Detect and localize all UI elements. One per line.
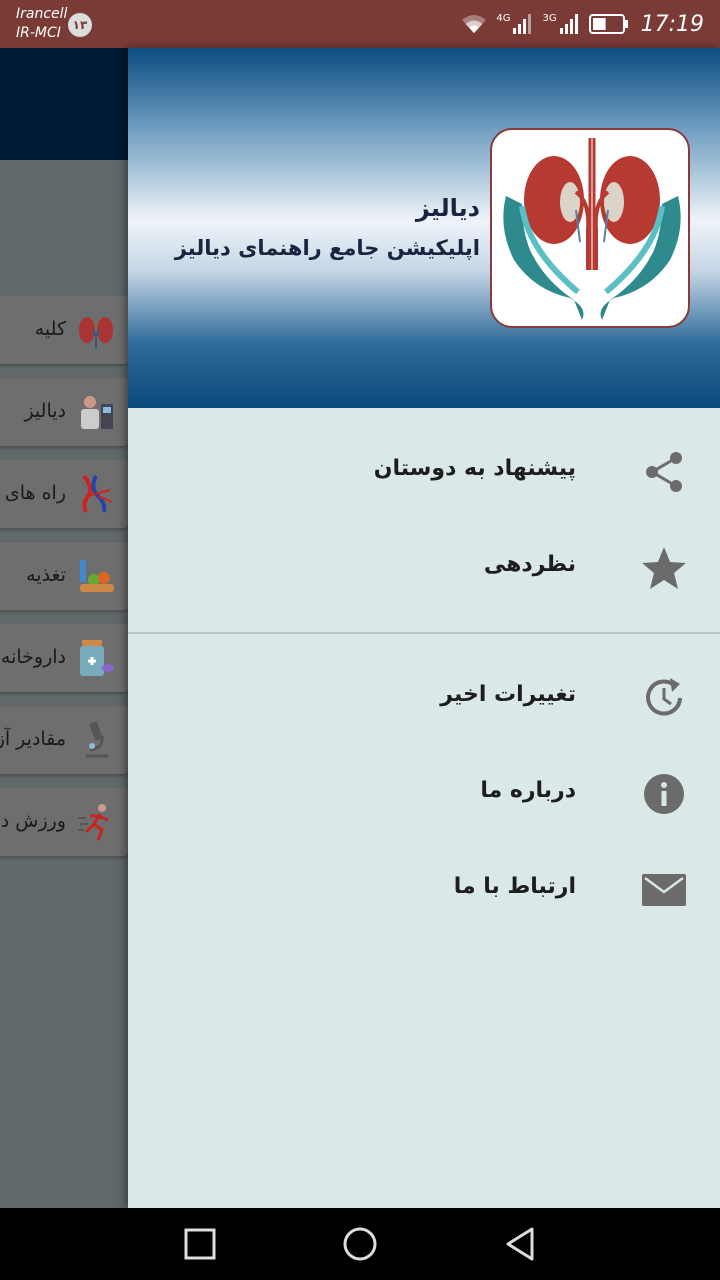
doctor-icon (81, 396, 113, 429)
drawer-header: دیالیز اپلیکیشن جامع راهنمای دیالیز (128, 48, 720, 408)
microscope-icon (86, 721, 108, 758)
app-subtitle: اپلیکیشن جامع راهنمای دیالیز (174, 236, 480, 260)
network-type-label: 4G (496, 12, 511, 24)
running-icon (78, 804, 109, 841)
wifi-icon (462, 15, 487, 33)
info-icon (644, 774, 684, 814)
notification-count-badge: ۱۳ (68, 13, 92, 37)
kidney-icon (79, 317, 113, 348)
menu-item-rate[interactable]: نظردهی (128, 520, 720, 616)
home-icon[interactable] (340, 1224, 380, 1264)
background-list-item[interactable]: داروخانه (0, 624, 128, 692)
navigation-drawer: دیالیز اپلیکیشن جامع راهنمای دیالیز پیشن… (128, 48, 720, 1208)
app-name: دیالیز (415, 194, 480, 222)
share-icon (646, 452, 682, 492)
list-item-label: داروخانه (0, 646, 66, 668)
clock: 17:19 (640, 11, 704, 37)
list-item-label: تغذیه (26, 564, 66, 586)
menu-divider (128, 632, 720, 634)
menu-item-recent-changes[interactable]: تغییرات اخیر (128, 650, 720, 746)
background-list-item[interactable]: راه های (0, 460, 128, 528)
star-icon (642, 547, 686, 589)
background-screen: کلیه دیالیز راه های تغذیه داروخانه مقادی… (0, 48, 128, 1208)
background-list-item[interactable]: کلیه (0, 296, 128, 364)
signal-icon (513, 14, 532, 34)
menu-item-label: پیشنهاد به دوستان (373, 456, 576, 481)
background-toolbar (0, 48, 128, 160)
network-type-label: 3G (542, 12, 557, 24)
medicine-icon (80, 640, 114, 676)
system-nav-bar (0, 1208, 720, 1280)
menu-item-about-us[interactable]: درباره ما (128, 746, 720, 842)
background-list-item[interactable]: تغذیه (0, 542, 128, 610)
mail-icon (642, 874, 686, 906)
menu-item-label: ارتباط با ما (453, 874, 576, 899)
carrier-name: Irancell IR-MCI (16, 6, 68, 41)
signal-icon (559, 14, 578, 34)
menu-item-label: درباره ما (480, 778, 576, 803)
kidney-hands-logo (503, 138, 681, 320)
status-bar: Irancell IR-MCI ۱۳ 4G 3G 17:19 (0, 0, 720, 48)
menu-item-recommend-to-friends[interactable]: پیشنهاد به دوستان (128, 424, 720, 520)
list-item-label: مقادیر آز (0, 728, 66, 750)
list-item-label: دیالیز (24, 400, 66, 422)
app-logo (490, 128, 690, 328)
food-icon (80, 560, 114, 592)
blood-vessels-icon (82, 474, 113, 513)
menu-item-contact-us[interactable]: ارتباط با ما (128, 842, 720, 938)
battery-icon (588, 14, 628, 34)
background-list-item[interactable]: مقادیر آز (0, 706, 128, 774)
background-list-item[interactable]: ورزش د (0, 788, 128, 856)
history-icon (646, 678, 682, 716)
list-item-label: راه های (4, 482, 66, 504)
menu-item-label: تغییرات اخیر (440, 682, 576, 707)
background-list-item[interactable]: دیالیز (0, 378, 128, 446)
list-item-label: ورزش د (0, 810, 66, 832)
recent-apps-icon[interactable] (180, 1224, 220, 1264)
menu-item-label: نظردهی (483, 552, 576, 577)
back-icon[interactable] (500, 1224, 540, 1264)
list-item-label: کلیه (34, 318, 66, 340)
